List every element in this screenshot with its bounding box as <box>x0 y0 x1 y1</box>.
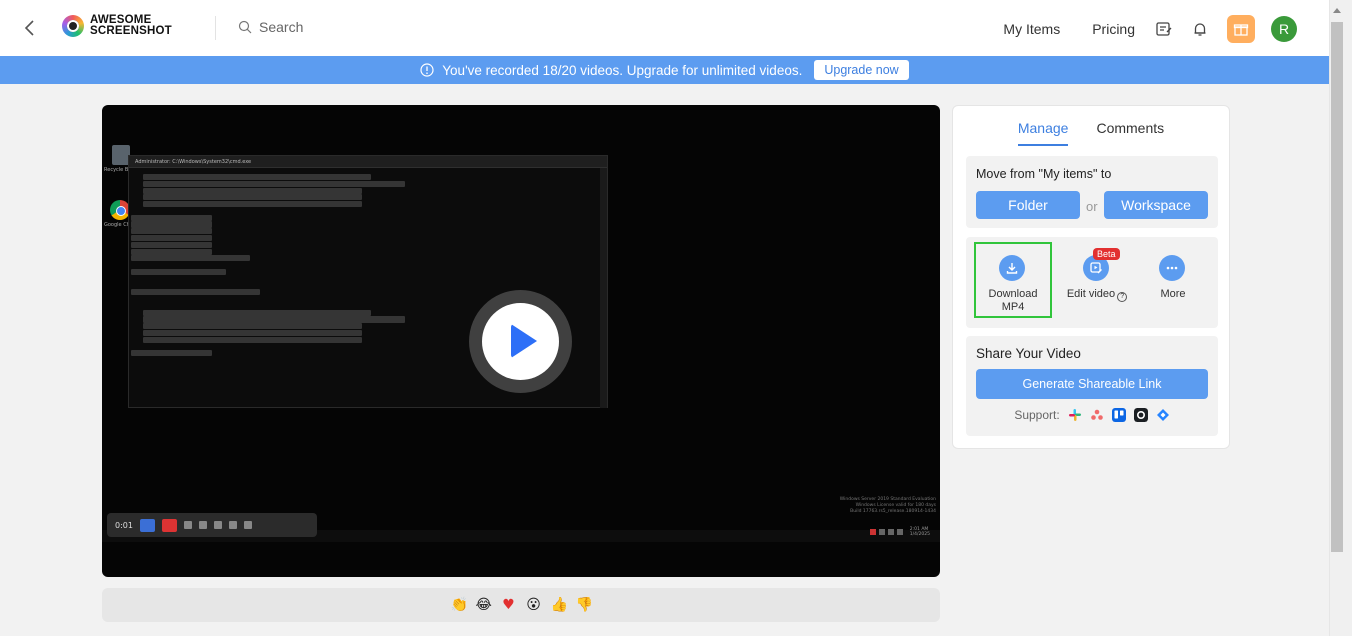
heart-emoji-icon[interactable]: ♥ <box>501 597 517 613</box>
windows-watermark: Windows Server 2019 Standard Evaluation … <box>839 497 936 514</box>
download-mp4-button[interactable]: Download MP4 <box>974 242 1052 318</box>
chrome-icon <box>110 200 130 220</box>
search-icon <box>238 20 252 34</box>
edit-video-button[interactable]: Beta Edit video? <box>1058 242 1136 318</box>
nav-pricing[interactable]: Pricing <box>1092 21 1135 37</box>
laugh-emoji-icon[interactable]: 😂 <box>476 597 492 613</box>
tray-clock: 2:01 AM 1/4/2025 <box>909 527 930 537</box>
download-label-line2: MP4 <box>1001 301 1025 313</box>
gift-button[interactable] <box>1227 15 1255 43</box>
actions-section: Download MP4 Beta Edit video? More <box>966 237 1218 328</box>
pause-icon <box>139 518 155 532</box>
pen-icon <box>228 521 237 529</box>
clap-emoji-icon[interactable]: 👏 <box>451 597 468 613</box>
thumbs-down-emoji-icon[interactable]: 👎 <box>576 597 593 613</box>
surprised-emoji-icon[interactable]: 😮 <box>526 597 542 613</box>
recorder-time: 0:01 <box>115 520 133 530</box>
or-label: or <box>1086 199 1098 214</box>
user-avatar[interactable]: R <box>1271 16 1297 42</box>
help-icon[interactable]: ? <box>1117 292 1128 302</box>
system-tray: 2:01 AM 1/4/2025 <box>869 527 930 537</box>
more-label: More <box>1160 288 1186 300</box>
microphone-icon <box>198 521 207 529</box>
beta-badge: Beta <box>1093 248 1120 260</box>
header-nav: My Items Pricing R <box>1003 14 1297 44</box>
more-button[interactable]: More <box>1134 242 1212 318</box>
header-divider <box>215 16 216 40</box>
top-header: AWESOME SCREENSHOT Search My Items Prici… <box>0 0 1329 56</box>
jira-icon[interactable] <box>1156 408 1170 422</box>
back-arrow-icon[interactable] <box>20 18 40 38</box>
thumbs-up-emoji-icon[interactable]: 👍 <box>551 597 568 613</box>
logo-icon <box>62 15 84 37</box>
tab-comments[interactable]: Comments <box>1096 120 1164 146</box>
reactions-bar: 👏 😂 ♥ 😮 👍 👎 <box>102 588 940 622</box>
manage-panel: Manage Comments Move from "My items" to … <box>952 105 1230 449</box>
upgrade-now-button[interactable]: Upgrade now <box>814 60 909 80</box>
share-title: Share Your Video <box>976 346 1081 361</box>
github-icon[interactable] <box>1133 408 1148 422</box>
asana-icon[interactable] <box>1090 408 1104 422</box>
cursor-icon <box>213 521 222 529</box>
brand-line-2: SCREENSHOT <box>90 25 172 37</box>
search-input[interactable]: Search <box>238 19 303 35</box>
highlighter-icon <box>243 521 252 529</box>
banner-message: You've recorded 18/20 videos. Upgrade fo… <box>442 62 803 78</box>
more-icon <box>1159 255 1185 281</box>
trello-icon[interactable] <box>1111 408 1126 422</box>
share-section: Share Your Video Generate Shareable Link… <box>966 336 1218 436</box>
recorder-toolbar: 0:01 <box>107 513 317 537</box>
brand-logo[interactable]: AWESOME SCREENSHOT <box>62 14 172 37</box>
workspace-button[interactable]: Workspace <box>1104 191 1208 219</box>
bell-icon[interactable] <box>1191 20 1209 38</box>
tab-manage[interactable]: Manage <box>1017 120 1069 146</box>
scrollbar-thumb[interactable] <box>1331 22 1343 552</box>
video-player[interactable]: Recycle Bin Google Chrome Administrator:… <box>102 105 940 577</box>
play-icon[interactable] <box>511 324 537 358</box>
terminal-title: Administrator: C:\Windows\System32\cmd.e… <box>135 158 252 165</box>
info-icon <box>420 63 434 77</box>
generate-link-button[interactable]: Generate Shareable Link <box>976 369 1208 399</box>
camera-icon <box>183 521 192 529</box>
scroll-up-arrow-icon[interactable] <box>1333 8 1341 13</box>
panel-tabs: Manage Comments <box>953 120 1229 146</box>
move-section: Move from "My items" to Folder or Worksp… <box>966 156 1218 228</box>
slack-icon[interactable] <box>1068 408 1082 422</box>
download-icon <box>999 255 1025 281</box>
nav-my-items[interactable]: My Items <box>1003 21 1060 37</box>
folder-button[interactable]: Folder <box>976 191 1080 219</box>
download-label-line1: Download <box>988 288 1038 300</box>
move-title: Move from "My items" to <box>976 167 1112 181</box>
edit-video-label: Edit video <box>1066 288 1116 300</box>
gift-icon <box>1233 24 1249 36</box>
upgrade-banner: You've recorded 18/20 videos. Upgrade fo… <box>0 56 1329 84</box>
stop-icon <box>161 518 177 532</box>
support-integrations: Support: <box>966 408 1218 422</box>
support-label: Support: <box>1014 408 1060 422</box>
search-placeholder: Search <box>259 19 304 35</box>
feedback-icon[interactable] <box>1155 20 1173 38</box>
